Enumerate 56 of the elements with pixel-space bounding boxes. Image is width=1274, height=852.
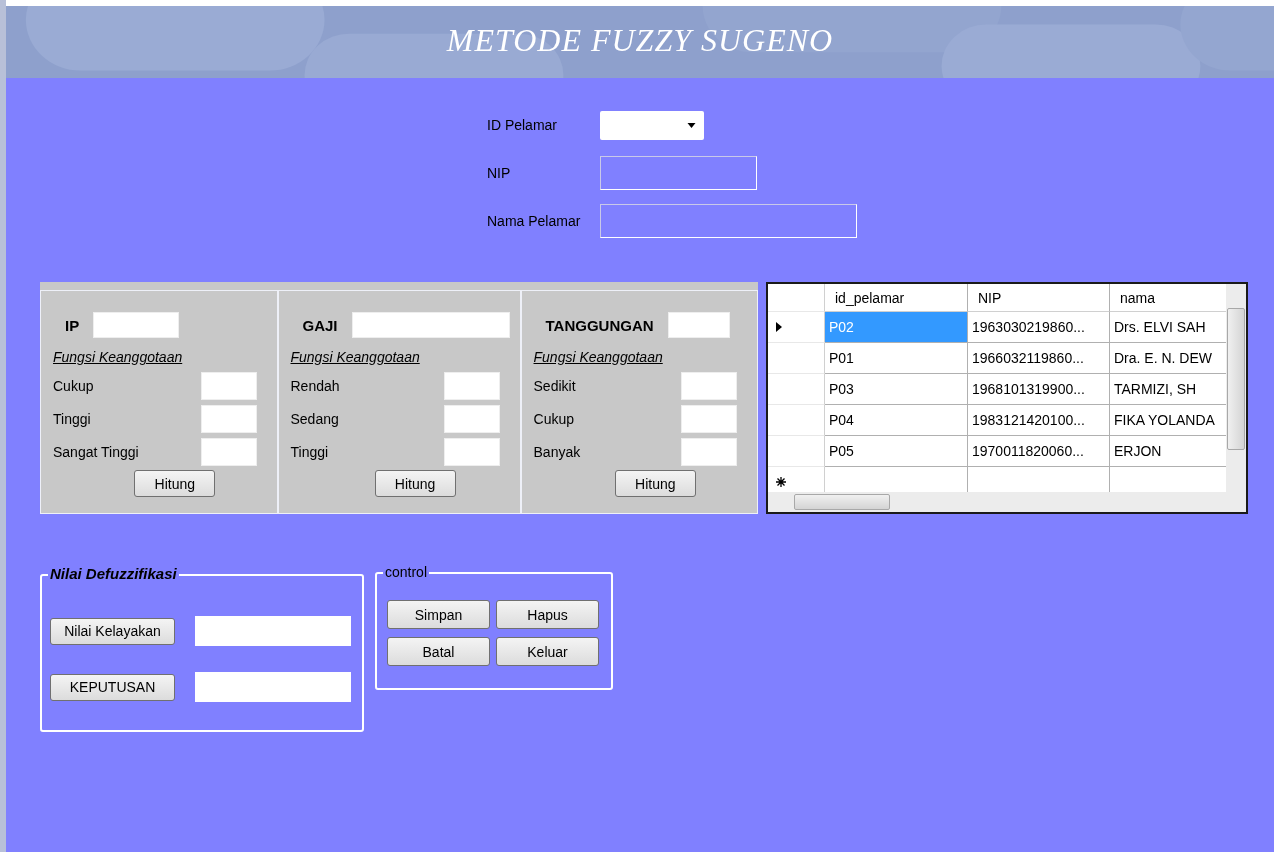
window-title: METODE FUZZY SUGENO [446, 21, 834, 60]
member-label: Tinggi [290, 443, 329, 460]
table-cell[interactable]: P04 [825, 405, 968, 436]
action-button[interactable]: Simpan [387, 600, 490, 629]
input-field[interactable] [600, 156, 757, 190]
field-label: Nama Pelamar [487, 213, 582, 229]
field-label: ID Pelamar [487, 117, 559, 133]
member-label: Sangat Tinggi [53, 443, 139, 460]
member-label: Cukup [533, 410, 574, 427]
result-button[interactable]: KEPUTUSAN [50, 673, 175, 701]
member-label: Cukup [53, 377, 94, 394]
column-header[interactable]: NIP [968, 284, 1110, 312]
table-cell[interactable]: P01 [825, 343, 968, 374]
section-label: Fungsi Keanggotaan [53, 349, 184, 365]
caret-icon [687, 122, 696, 128]
group-title: control [383, 564, 430, 580]
row-header[interactable] [768, 312, 825, 343]
table-cell[interactable]: P05 [825, 436, 968, 467]
calculate-button[interactable]: Hitung [614, 470, 696, 497]
input-field[interactable] [600, 204, 857, 238]
table-cell[interactable]: 1968101319900... [968, 374, 1110, 405]
input-field[interactable] [195, 672, 351, 702]
row-header[interactable] [768, 436, 825, 467]
section-label: Fungsi Keanggotaan [533, 349, 664, 365]
member-label: Rendah [290, 377, 340, 394]
group-title: Nilai Defuzzifikasi [48, 566, 179, 582]
row-header[interactable] [768, 343, 825, 374]
member-label: Banyak [533, 443, 581, 460]
table-cell[interactable]: 1963030219860... [968, 312, 1110, 343]
scroll-thumb[interactable] [794, 494, 890, 510]
calculate-button[interactable]: Hitung [134, 470, 216, 497]
member-label: Sedang [290, 410, 339, 427]
criteria-label: GAJI [301, 316, 338, 334]
horizontal-scrollbar[interactable] [768, 492, 1246, 512]
table-cell[interactable]: P03 [825, 374, 968, 405]
action-button[interactable]: Hapus [496, 600, 599, 629]
action-button[interactable]: Keluar [496, 637, 599, 666]
row-header[interactable] [768, 405, 825, 436]
table-cell[interactable]: 1966032119860... [968, 343, 1110, 374]
input-field[interactable] [195, 616, 351, 646]
member-label: Tinggi [53, 410, 91, 427]
scroll-thumb[interactable] [1227, 308, 1245, 450]
member-label: Sedikit [533, 377, 576, 394]
section-label: Fungsi Keanggotaan [290, 349, 421, 365]
new-row-icon [776, 477, 786, 487]
calculate-button[interactable]: Hitung [374, 470, 456, 497]
criteria-label: IP [64, 316, 80, 334]
result-button[interactable]: Nilai Kelayakan [50, 617, 175, 645]
table-cell[interactable]: 1983121420100... [968, 405, 1110, 436]
id-dropdown[interactable] [600, 110, 704, 140]
vertical-scrollbar[interactable] [1226, 284, 1246, 492]
table-cell[interactable]: 1970011820060... [968, 436, 1110, 467]
row-header[interactable] [768, 374, 825, 405]
field-label: NIP [487, 165, 512, 181]
criteria-label: TANGGUNGAN [544, 316, 654, 334]
action-button[interactable]: Batal [387, 637, 490, 666]
